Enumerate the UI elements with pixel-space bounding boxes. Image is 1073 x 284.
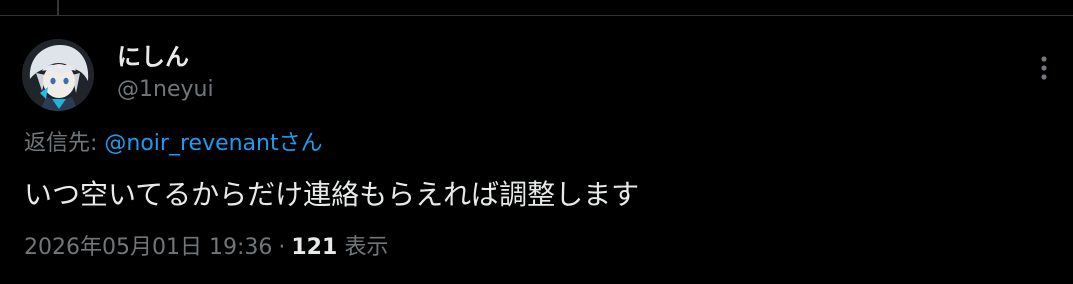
user-handle[interactable]: @1neyui <box>117 76 214 104</box>
avatar[interactable] <box>22 39 94 111</box>
more-horizontal-icon <box>1041 56 1047 80</box>
thread-connector-line <box>57 0 59 15</box>
reply-context: 返信先: @noir_revenantさん <box>24 129 323 159</box>
views-label: 表示 <box>344 235 389 260</box>
display-name[interactable]: にしん <box>117 42 189 72</box>
views-count: 121 <box>291 235 338 260</box>
timestamp-link[interactable]: 2026年05月01日 19:36 <box>24 235 272 260</box>
reply-suffix-label: さん <box>278 131 323 156</box>
tweet-meta: 2026年05月01日 19:36 · 121 表示 <box>24 233 388 263</box>
reply-mention-link[interactable]: @noir_revenant <box>104 131 278 156</box>
divider <box>0 15 1073 16</box>
tweet-text: いつ空いてるからだけ連絡もらえれば調整します <box>24 178 640 211</box>
more-options-button[interactable] <box>1028 50 1060 86</box>
reply-prefix-label: 返信先: <box>24 131 105 156</box>
avatar-image <box>22 39 94 111</box>
meta-separator: · <box>278 235 286 260</box>
